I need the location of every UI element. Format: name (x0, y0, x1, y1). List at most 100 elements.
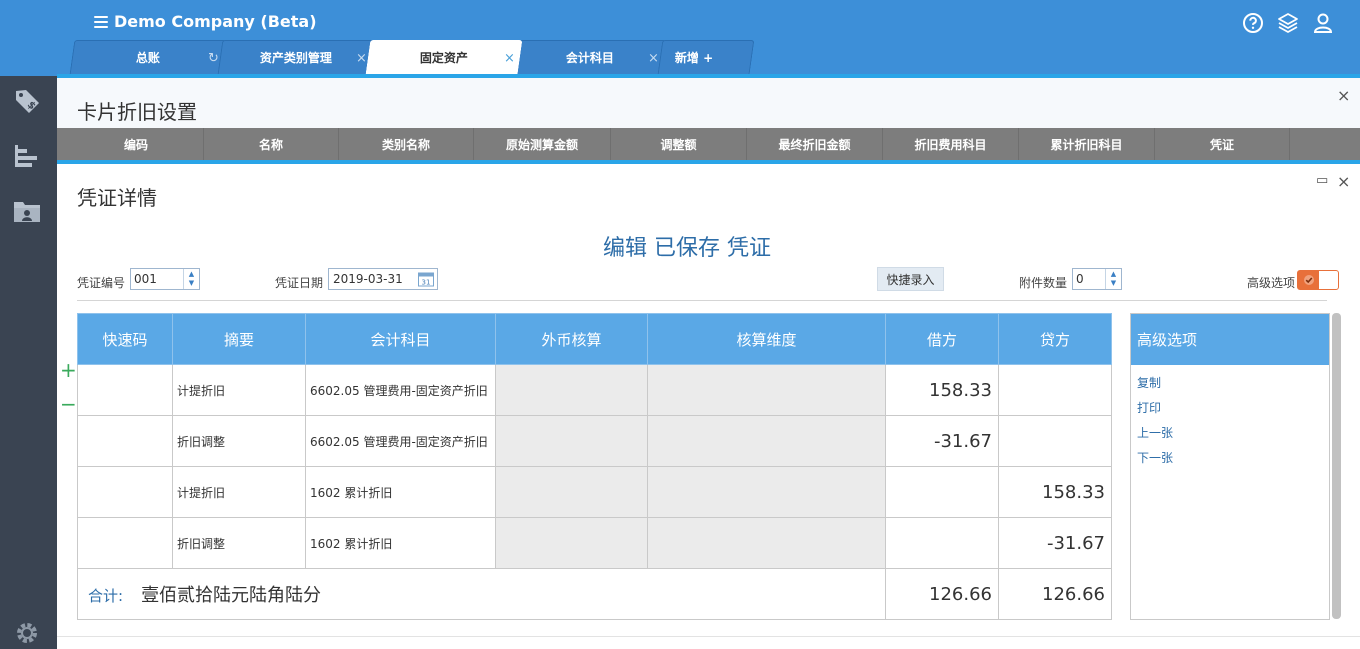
attachments-label: 附件数量 (1019, 276, 1068, 290)
voucher-no-value: 001 (134, 272, 157, 286)
credit-cell[interactable] (998, 415, 1112, 467)
print-link[interactable]: 打印 (1137, 396, 1329, 421)
tab-ledger[interactable]: 总账 ↻ (69, 40, 227, 74)
col-code[interactable]: 编码 (69, 128, 204, 160)
col-name[interactable]: 名称 (204, 128, 339, 160)
col-summary: 摘要 (172, 313, 306, 365)
tab-asset-category[interactable]: 资产类别管理 × (217, 40, 375, 74)
voucher-no-label: 凭证编号 (77, 276, 126, 290)
top-bar: Demo Company (Beta) 总账 ↻ 资产类别管理 × 固定资产 ×… (0, 0, 1360, 76)
layers-icon[interactable] (1277, 12, 1299, 34)
credit-cell[interactable] (998, 364, 1112, 416)
table-row: 折旧调整 6602.05 管理费用-固定资产折旧 -31.67 (77, 415, 1112, 467)
depreciation-settings-panel: 卡片折旧设置 × 编码 名称 类别名称 原始测算金额 调整额 最终折旧金额 折旧… (57, 78, 1360, 164)
voucher-table: 快速码 摘要 会计科目 外币核算 核算维度 借方 贷方 计提折旧 6602.05… (77, 313, 1112, 620)
col-final-amount[interactable]: 最终折旧金额 (747, 128, 883, 160)
table-row: 计提折旧 1602 累计折旧 158.33 (77, 466, 1112, 518)
summary-cell[interactable]: 计提折旧 (172, 364, 306, 416)
col-adjustment[interactable]: 调整额 (611, 128, 747, 160)
refresh-icon[interactable]: ↻ (208, 51, 219, 66)
quick-code-cell[interactable] (77, 517, 173, 569)
credit-cell[interactable]: -31.67 (998, 517, 1112, 569)
company-menu[interactable]: Demo Company (Beta) (94, 12, 317, 31)
panel-title: 卡片折旧设置 (77, 100, 197, 124)
chevron-down-icon[interactable]: ▼ (189, 279, 194, 288)
add-row-icon[interactable]: + (60, 358, 77, 382)
col-expense-account[interactable]: 折旧费用科目 (883, 128, 1019, 160)
tab-new[interactable]: 新增 + (657, 40, 755, 74)
col-credit: 贷方 (998, 313, 1112, 365)
help-icon[interactable] (1242, 12, 1264, 34)
hamburger-icon[interactable] (94, 15, 108, 28)
total-label: 合计: (88, 587, 124, 605)
previous-voucher-link[interactable]: 上一张 (1137, 421, 1329, 446)
foreign-currency-cell (495, 517, 648, 569)
foreign-currency-cell (495, 466, 648, 518)
col-category[interactable]: 类别名称 (339, 128, 474, 160)
chevron-up-icon[interactable]: ▲ (189, 270, 194, 279)
close-icon[interactable]: × (504, 51, 515, 66)
user-icon[interactable] (1312, 12, 1334, 34)
advanced-options-toggle[interactable] (1297, 270, 1339, 290)
bottom-divider (57, 636, 1360, 637)
remove-row-icon[interactable]: − (60, 392, 77, 416)
price-tag-icon[interactable]: $ (12, 86, 42, 116)
quick-code-cell[interactable] (77, 364, 173, 416)
credit-cell[interactable]: 158.33 (998, 466, 1112, 518)
debit-cell[interactable] (885, 466, 999, 518)
gear-icon[interactable] (12, 618, 42, 648)
voucher-date-field[interactable]: 2019-03-31 31 (328, 268, 438, 290)
quick-code-cell[interactable] (77, 415, 173, 467)
voucher-detail-panel: 凭证详情 ▭ × 编辑 已保存 凭证 凭证编号 001 ▲ ▼ 凭证日期 2019… (57, 166, 1360, 649)
quick-entry-button[interactable]: 快捷录入 (877, 267, 944, 291)
table-row: 折旧调整 1602 累计折旧 -31.67 (77, 517, 1112, 569)
attachments-value: 0 (1076, 272, 1084, 286)
voucher-no-stepper[interactable]: 001 ▲ ▼ (130, 268, 200, 290)
advanced-options-panel: 高级选项 复制 打印 上一张 下一张 (1130, 313, 1330, 620)
scrollbar[interactable] (1332, 313, 1341, 619)
contact-folder-icon[interactable] (12, 196, 42, 226)
account-cell[interactable]: 6602.05 管理费用-固定资产折旧 (305, 415, 496, 467)
tab-accounts[interactable]: 会计科目 × (513, 40, 667, 74)
quick-code-cell[interactable] (77, 466, 173, 518)
total-debit: 126.66 (885, 568, 999, 620)
col-voucher[interactable]: 凭证 (1155, 128, 1290, 160)
tab-label: 会计科目 (565, 51, 614, 65)
advanced-options-label: 高级选项 (1247, 276, 1296, 290)
col-dimension: 核算维度 (647, 313, 886, 365)
summary-cell[interactable]: 折旧调整 (172, 517, 306, 569)
next-voucher-link[interactable]: 下一张 (1137, 446, 1329, 471)
close-icon[interactable]: × (356, 51, 367, 66)
chevron-up-icon[interactable]: ▲ (1111, 270, 1116, 279)
copy-link[interactable]: 复制 (1137, 371, 1329, 396)
grid-spacer (1290, 128, 1360, 160)
col-original-amount[interactable]: 原始测算金额 (474, 128, 611, 160)
close-icon[interactable]: × (1337, 86, 1350, 105)
tab-label: 固定资产 (419, 51, 468, 65)
tab-fixed-assets[interactable]: 固定资产 × (365, 40, 523, 74)
account-cell[interactable]: 6602.05 管理费用-固定资产折旧 (305, 364, 496, 416)
summary-cell[interactable]: 折旧调整 (172, 415, 306, 467)
maximize-icon[interactable]: ▭ (1316, 173, 1328, 188)
voucher-form: 凭证编号 001 ▲ ▼ 凭证日期 2019-03-31 31 快捷录入 附件数量… (57, 267, 1360, 294)
toggle-check-icon (1298, 271, 1319, 289)
close-icon[interactable]: × (1337, 172, 1350, 191)
report-icon[interactable] (12, 141, 42, 171)
calendar-icon[interactable]: 31 (417, 270, 435, 288)
debit-cell[interactable] (885, 517, 999, 569)
account-cell[interactable]: 1602 累计折旧 (305, 466, 496, 518)
tab-bar: 总账 ↻ 资产类别管理 × 固定资产 × 会计科目 × 新增 + (69, 40, 755, 74)
grid-underline (57, 160, 1360, 164)
account-cell[interactable]: 1602 累计折旧 (305, 517, 496, 569)
sidebar: $ (0, 76, 57, 649)
debit-cell[interactable]: 158.33 (885, 364, 999, 416)
dimension-cell (647, 415, 886, 467)
col-quick-code: 快速码 (77, 313, 173, 365)
col-accumulated-account[interactable]: 累计折旧科目 (1019, 128, 1155, 160)
chevron-down-icon[interactable]: ▼ (1111, 279, 1116, 288)
attachments-stepper[interactable]: 0 ▲ ▼ (1072, 268, 1122, 290)
summary-cell[interactable]: 计提折旧 (172, 466, 306, 518)
debit-cell[interactable]: -31.67 (885, 415, 999, 467)
panel-title: 凭证详情 (77, 186, 157, 210)
close-icon[interactable]: × (648, 51, 659, 66)
